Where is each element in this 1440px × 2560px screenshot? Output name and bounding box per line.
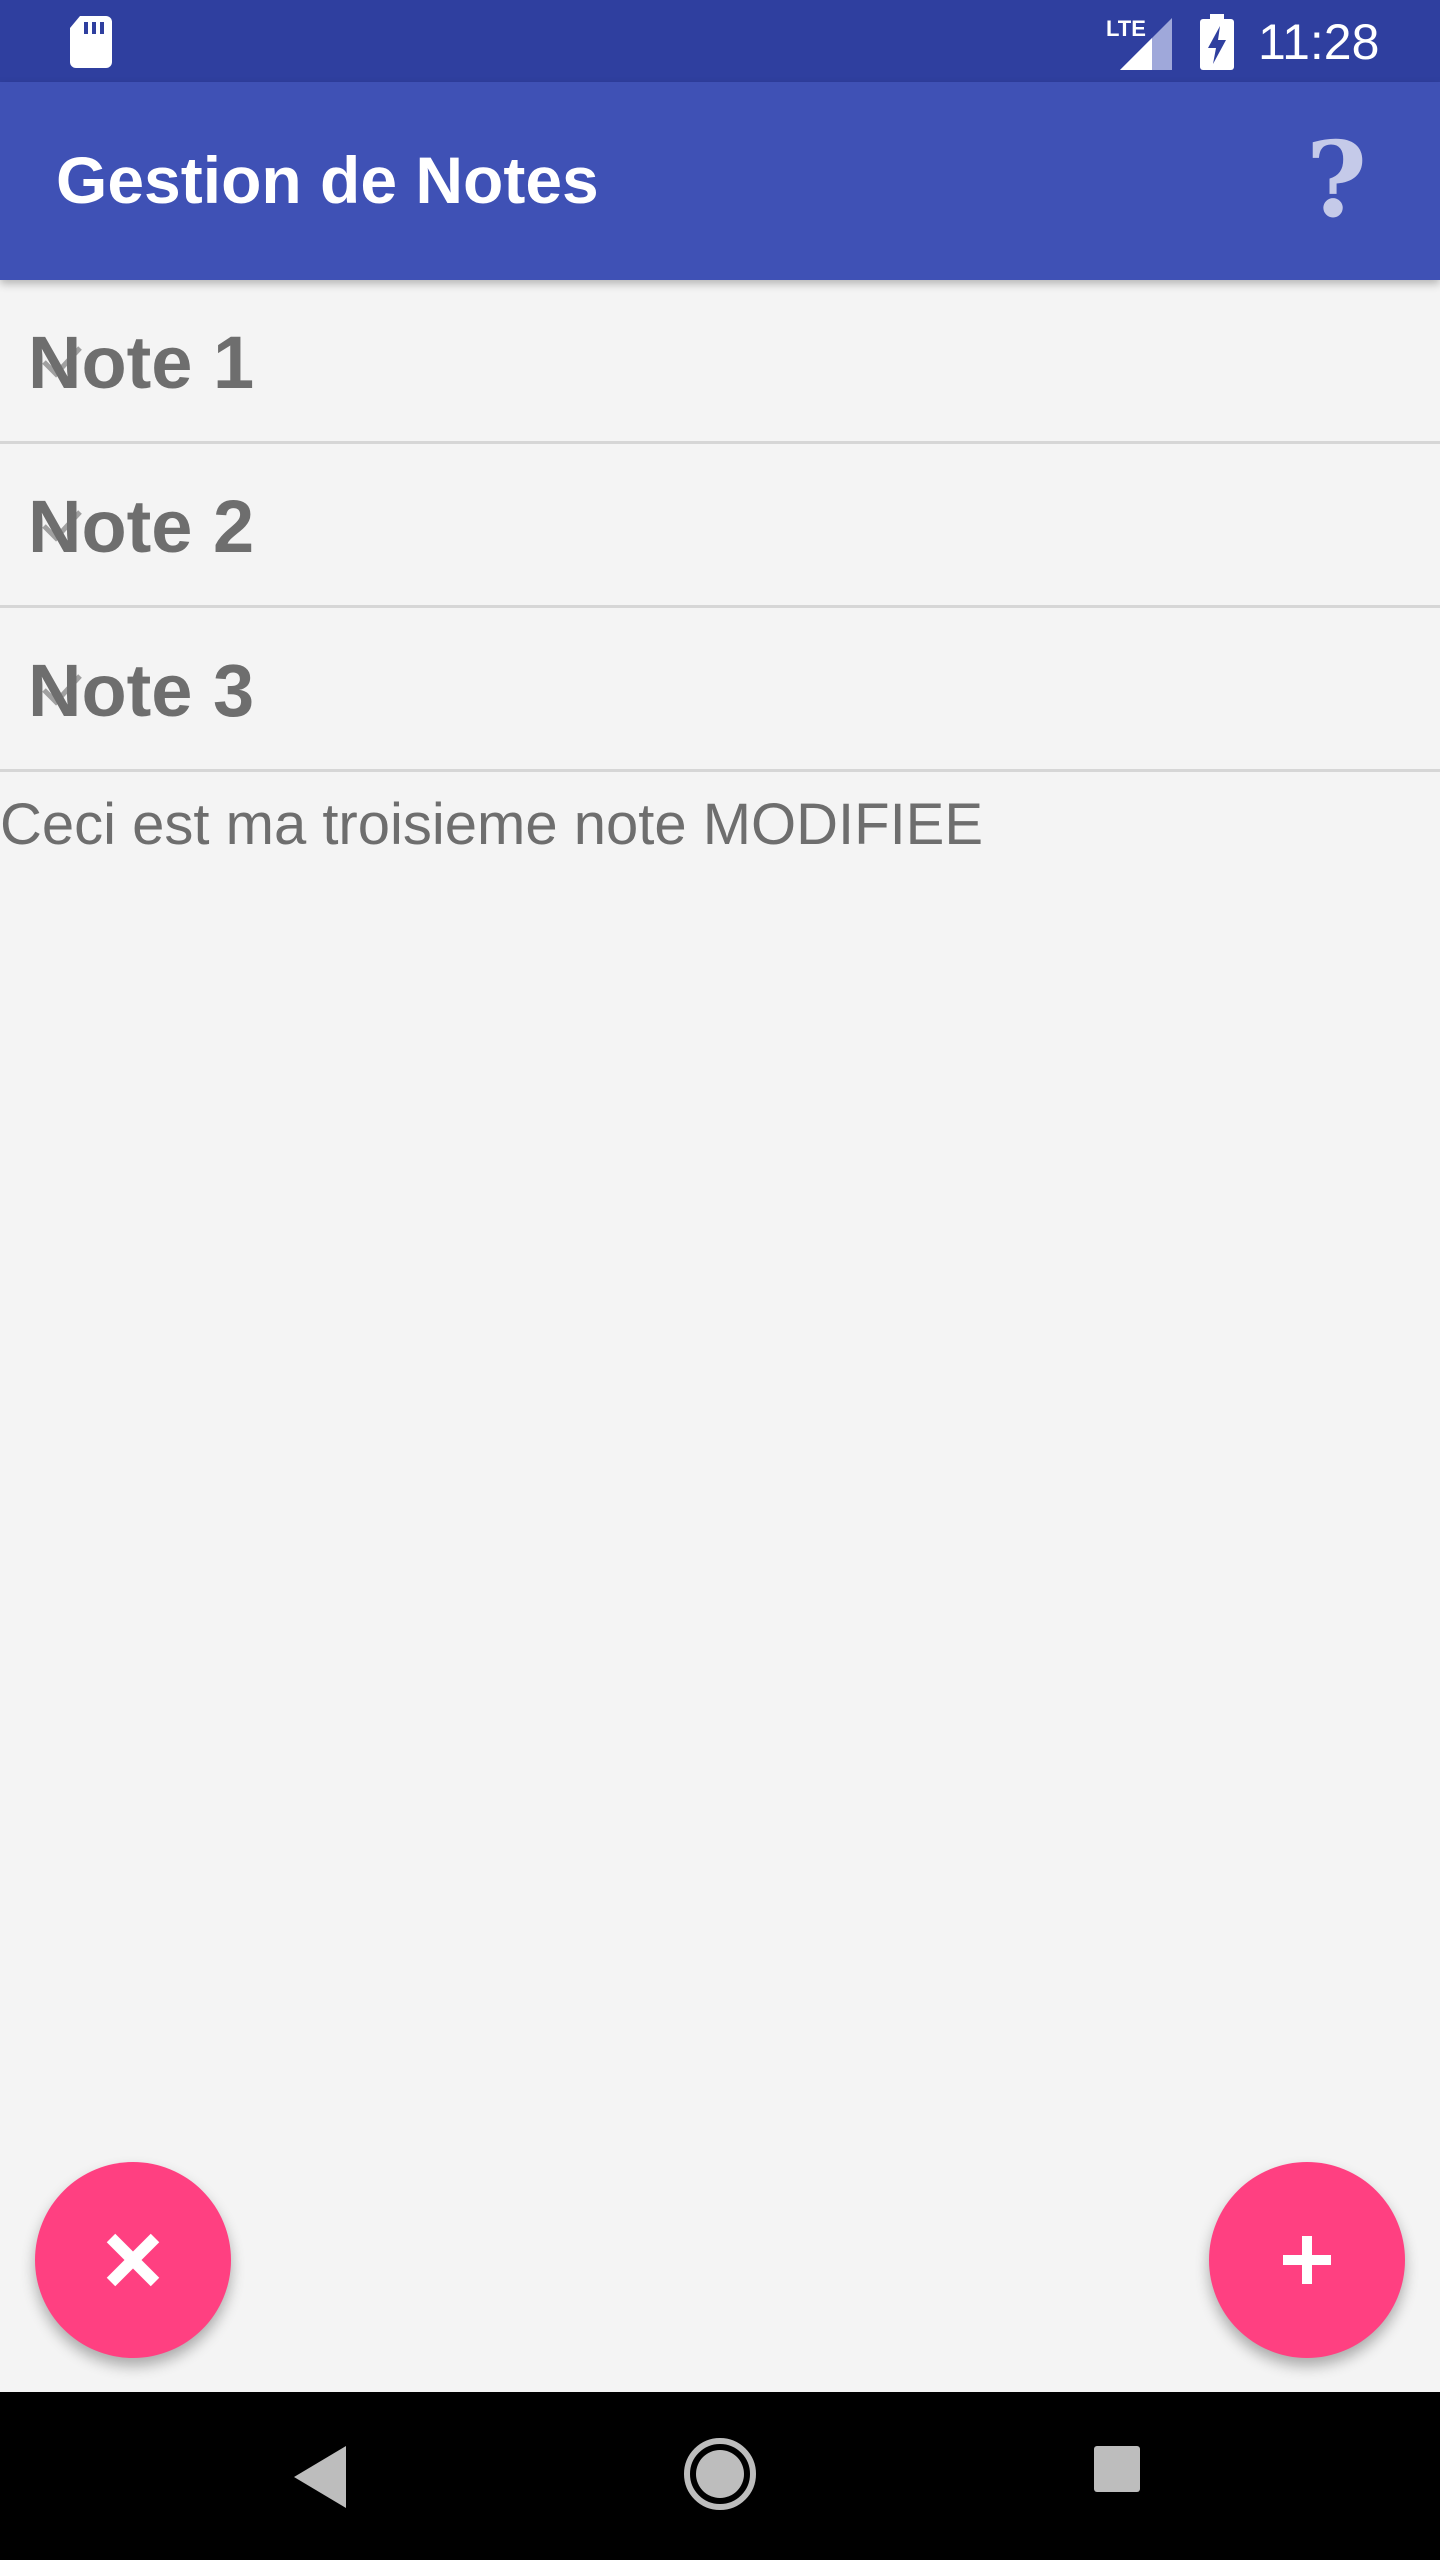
close-icon [106,2233,160,2287]
note-list-item[interactable]: Note 3 [0,608,1440,772]
note-list: Note 1 Note 2 Note 3 [0,280,1440,772]
note-content-text: Ceci est ma troisieme note MODIFIEE [0,792,984,857]
back-icon[interactable] [290,2442,350,2512]
sd-card-icon [70,16,112,68]
battery-charging-icon [1200,14,1234,70]
note-list-item[interactable]: Note 2 [0,444,1440,608]
home-icon[interactable] [682,2436,758,2512]
status-clock: 11:28 [1258,14,1380,70]
note-title: Note 3 [28,649,255,732]
delete-fab-button[interactable] [35,2162,231,2358]
note-title: Note 2 [28,485,255,568]
note-title: Note 1 [28,321,255,404]
lte-signal-icon: LTE [1106,16,1172,70]
recents-icon[interactable] [1094,2446,1140,2492]
app-title: Gestion de Notes [56,143,599,217]
screen: LTE 11:28 Gestion de Notes ? Note 1 Note… [0,0,1440,2560]
plus-icon [1283,2236,1331,2284]
svg-text:LTE: LTE [1106,16,1146,41]
navigation-bar [0,2392,1440,2560]
app-bar: Gestion de Notes ? [0,82,1440,280]
add-fab-button[interactable] [1209,2162,1405,2358]
status-bar: LTE 11:28 [0,0,1440,82]
help-button[interactable]: ? [1296,124,1392,236]
help-question-icon: ? [1306,118,1367,241]
note-list-item[interactable]: Note 1 [0,280,1440,444]
